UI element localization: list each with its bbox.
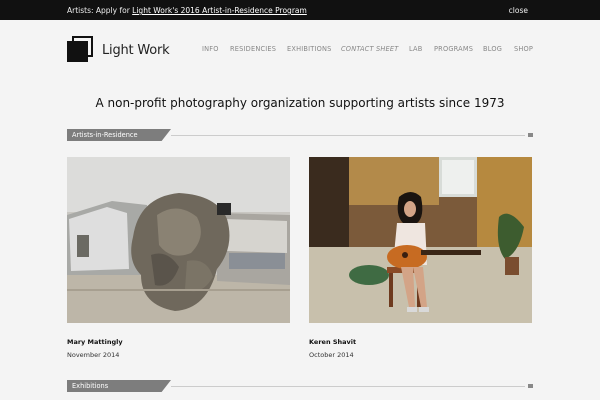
nav-item-blog[interactable]: BLOG [483,45,502,53]
nav-item-shop[interactable]: SHOP [514,45,533,53]
close-announcement-button[interactable]: close [509,6,528,15]
announcement-link[interactable]: Light Work's 2016 Artist-in-Residence Pr… [132,6,307,15]
announcement-message: Artists: Apply for Light Work's 2016 Art… [67,6,307,15]
main-nav: INFO RESIDENCIES EXHIBITIONS CONTACT SHE… [200,45,534,55]
section-divider [171,386,525,387]
announcement-bar: Artists: Apply for Light Work's 2016 Art… [0,0,600,20]
light-work-logo-icon [67,36,93,62]
nav-item-residencies[interactable]: RESIDENCIES [230,45,276,53]
nav-item-exhibitions[interactable]: EXHIBITIONS [287,45,332,53]
section-label-exhibitions[interactable]: Exhibitions [67,380,171,392]
artist-photo[interactable] [67,157,290,323]
artist-card[interactable]: Keren Shavit October 2014 [309,157,532,359]
section-marker [528,133,533,137]
section-divider [171,135,525,136]
section-label-residence[interactable]: Artists-in-Residence [67,129,171,141]
artist-date: November 2014 [67,351,120,359]
nav-item-lab[interactable]: LAB [409,45,422,53]
site-logo[interactable]: Light Work [67,36,187,62]
artist-photo[interactable] [309,157,532,323]
site-name: Light Work [102,43,170,58]
artist-name[interactable]: Mary Mattingly [67,338,290,346]
section-header-exhibitions: Exhibitions [67,380,533,392]
artist-date: October 2014 [309,351,354,359]
nav-item-info[interactable]: INFO [202,45,219,53]
artist-name[interactable]: Keren Shavit [309,338,532,346]
section-marker [528,384,533,388]
artist-card[interactable]: Mary Mattingly November 2014 [67,157,290,359]
section-header-residence: Artists-in-Residence [67,129,533,141]
announcement-prefix: Artists: Apply for [67,6,133,15]
tagline: A non-profit photography organization su… [95,96,505,110]
nav-item-programs[interactable]: PROGRAMS [434,45,473,53]
nav-item-contact-sheet[interactable]: CONTACT SHEET [341,45,399,53]
